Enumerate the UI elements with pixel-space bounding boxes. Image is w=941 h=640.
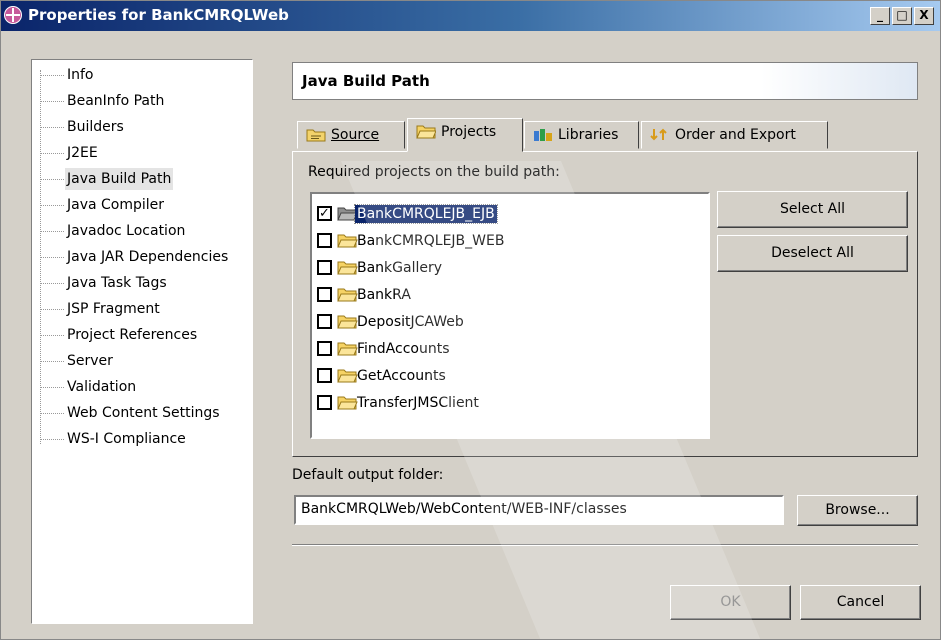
project-checkbox[interactable]	[317, 233, 332, 248]
close-button[interactable]: X	[914, 7, 934, 25]
project-checkbox[interactable]: ✓	[317, 206, 332, 221]
property-page-tree: Info BeanInfo Path Builders J2EE Java Bu…	[31, 59, 253, 624]
project-checkbox[interactable]	[317, 314, 332, 329]
select-all-button[interactable]: Select All	[717, 191, 908, 228]
default-output-folder-label: Default output folder:	[292, 467, 444, 483]
project-checkbox[interactable]	[317, 260, 332, 275]
ok-button[interactable]: OK	[670, 585, 791, 620]
project-checkbox[interactable]	[317, 287, 332, 302]
tab-projects[interactable]: Projects	[407, 118, 523, 152]
required-projects-label: Required projects on the build path:	[308, 164, 560, 180]
order-icon	[650, 128, 667, 141]
separator	[292, 544, 918, 546]
cancel-button[interactable]: Cancel	[800, 585, 921, 620]
window-title: Properties for BankCMRQLWeb	[28, 6, 289, 24]
source-folder-icon	[306, 129, 326, 142]
project-checkbox[interactable]	[317, 368, 332, 383]
properties-icon	[4, 6, 22, 24]
project-checkbox[interactable]	[317, 341, 332, 356]
page-title: Java Build Path	[302, 72, 430, 90]
projects-list[interactable]: ✓ BankCMRQLEJB_EJB BankCMRQLEJB_WEB Bank…	[310, 192, 710, 439]
project-folder-icon	[416, 125, 436, 139]
tab-order-and-export[interactable]: Order and Export	[641, 121, 828, 149]
browse-button[interactable]: Browse...	[797, 495, 918, 526]
tab-libraries[interactable]: Libraries	[524, 121, 639, 149]
maximize-button[interactable]: □	[892, 7, 912, 25]
page-title-banner: Java Build Path	[292, 62, 918, 100]
deselect-all-button[interactable]: Deselect All	[717, 235, 908, 272]
properties-dialog: Properties for BankCMRQLWeb _ □ X Info B…	[0, 0, 941, 640]
project-checkbox[interactable]	[317, 395, 332, 410]
minimize-button[interactable]: _	[870, 7, 890, 25]
title-bar[interactable]: Properties for BankCMRQLWeb _ □ X	[1, 1, 940, 31]
libraries-icon	[534, 129, 552, 141]
tab-source[interactable]: Source	[297, 121, 405, 149]
output-folder-field[interactable]: BankCMRQLWeb/WebContent/WEB-INF/classes	[294, 495, 784, 525]
